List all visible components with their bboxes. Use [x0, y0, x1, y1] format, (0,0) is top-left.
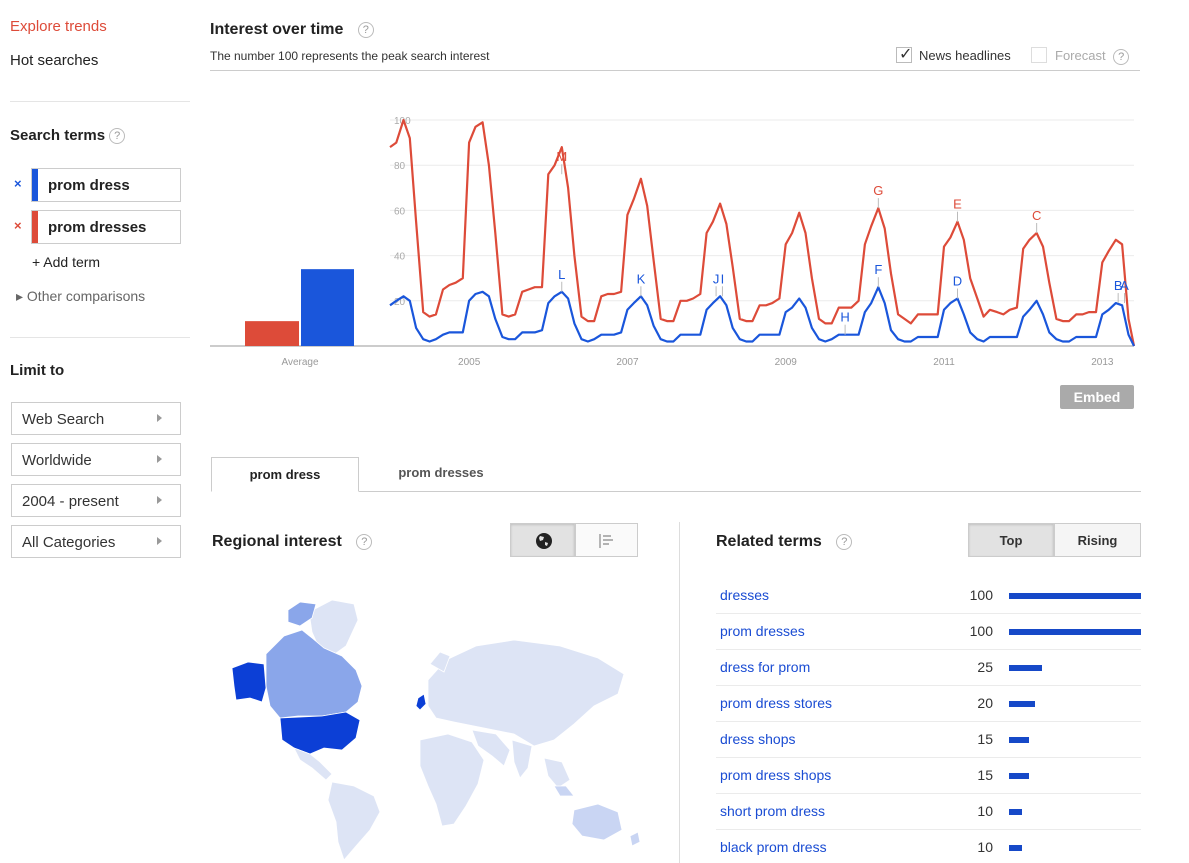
map-region-new-zealand — [629, 831, 641, 847]
related-term-link[interactable]: prom dress shops — [720, 767, 831, 783]
top-label: Top — [999, 533, 1023, 548]
world-map — [231, 599, 641, 861]
average-bar — [245, 321, 299, 346]
y-tick-label: 60 — [394, 206, 406, 217]
map-region-india — [511, 739, 533, 779]
x-tick-label: 2011 — [933, 357, 955, 368]
map-view-button[interactable] — [510, 523, 575, 557]
related-term-link[interactable]: dresses — [720, 587, 769, 603]
annotation-label: D — [953, 274, 962, 289]
annotation-label: J — [713, 271, 720, 286]
arrow-right-icon — [157, 455, 162, 463]
related-term-value: 100 — [969, 623, 993, 639]
annotation-label: M — [556, 149, 567, 164]
list-item[interactable]: black prom dress 10 — [716, 830, 1141, 863]
x-tick-label: 2005 — [458, 357, 481, 368]
list-view-button[interactable] — [575, 523, 638, 557]
annotation-label: I — [721, 271, 725, 286]
map-region-usa — [279, 711, 361, 755]
list-item[interactable]: prom dresses 100 — [716, 614, 1141, 650]
related-term-bar — [1009, 701, 1036, 707]
annotation-label: A — [1120, 278, 1129, 293]
list-icon — [599, 534, 613, 548]
series-line — [389, 118, 1136, 347]
list-item[interactable]: prom dress stores 20 — [716, 686, 1141, 722]
globe-icon — [536, 533, 552, 549]
annotation-label: G — [873, 183, 883, 198]
help-icon[interactable]: ? — [836, 533, 853, 550]
rising-toggle-button[interactable]: Rising — [1054, 523, 1141, 557]
arrow-right-icon — [157, 496, 162, 504]
x-tick-label: 2007 — [616, 357, 639, 368]
limit-web-search-dropdown[interactable]: Web Search — [11, 402, 181, 435]
related-term-bar — [1009, 593, 1141, 599]
rising-label: Rising — [1077, 533, 1118, 548]
related-term-value: 15 — [977, 767, 993, 783]
map-region-alaska — [231, 661, 267, 703]
list-item[interactable]: dress shops 15 — [716, 722, 1141, 758]
related-term-value: 25 — [977, 659, 993, 675]
interest-chart: 20406080100Average 2005 2007 2009 2011 2013MG… — [210, 116, 1136, 368]
annotation-label: F — [874, 262, 882, 277]
related-term-value: 15 — [977, 731, 993, 747]
tab-prom-dress[interactable]: prom dress — [211, 457, 359, 492]
annotation-label: E — [953, 197, 962, 212]
related-term-bar — [1009, 629, 1141, 635]
arrow-right-icon — [157, 414, 162, 422]
related-term-link[interactable]: prom dresses — [720, 623, 805, 639]
map-region-uk — [415, 693, 427, 711]
limit-category-dropdown[interactable]: All Categories — [11, 525, 181, 558]
related-term-link[interactable]: prom dress stores — [720, 695, 832, 711]
related-term-bar — [1009, 773, 1029, 779]
limit-label: Worldwide — [22, 452, 92, 469]
map-region-philippines — [553, 785, 575, 797]
list-item[interactable]: dresses 100 — [716, 578, 1141, 614]
related-term-link[interactable]: short prom dress — [720, 803, 825, 819]
list-item[interactable]: dress for prom 25 — [716, 650, 1141, 686]
related-term-value: 100 — [969, 587, 993, 603]
regional-interest-title: Regional interest ? — [212, 533, 373, 551]
annotation-label: K — [637, 271, 646, 286]
average-label: Average — [281, 357, 319, 368]
annotation-label: C — [1032, 208, 1041, 223]
x-tick-label: 2009 — [775, 357, 798, 368]
map-region-eurasia — [427, 639, 625, 747]
x-tick-label: 2013 — [1091, 357, 1114, 368]
related-term-value: 10 — [977, 803, 993, 819]
help-icon[interactable]: ? — [356, 533, 373, 550]
top-toggle-button[interactable]: Top — [968, 523, 1054, 557]
list-item[interactable]: short prom dress 10 — [716, 794, 1141, 830]
list-item[interactable]: prom dress shops 15 — [716, 758, 1141, 794]
embed-button[interactable]: Embed — [1060, 385, 1134, 409]
related-term-bar — [1009, 845, 1023, 851]
annotation-label: H — [840, 310, 849, 325]
map-region-africa — [419, 733, 485, 827]
y-tick-label: 80 — [394, 161, 406, 172]
related-term-bar — [1009, 737, 1029, 743]
related-term-bar — [1009, 665, 1042, 671]
limit-label: 2004 - present — [22, 493, 119, 510]
map-region-se-asia — [543, 757, 571, 789]
average-bar — [301, 269, 354, 346]
annotation-label: L — [558, 267, 565, 282]
limit-time-dropdown[interactable]: 2004 - present — [11, 484, 181, 517]
regional-title-text: Regional interest — [212, 533, 342, 550]
map-region-australia — [571, 803, 623, 841]
related-term-link[interactable]: dress for prom — [720, 659, 810, 675]
related-term-bar — [1009, 809, 1023, 815]
related-title-text: Related terms — [716, 533, 822, 550]
related-term-value: 20 — [977, 695, 993, 711]
limit-region-dropdown[interactable]: Worldwide — [11, 443, 181, 476]
map-region-south-america — [327, 781, 381, 861]
related-terms-title: Related terms ? — [716, 533, 853, 551]
limit-label: Web Search — [22, 411, 105, 428]
arrow-right-icon — [157, 537, 162, 545]
section-divider — [679, 522, 680, 863]
y-tick-label: 40 — [394, 252, 406, 263]
related-term-value: 10 — [977, 839, 993, 855]
limit-label: All Categories — [22, 534, 116, 551]
related-term-link[interactable]: black prom dress — [720, 839, 827, 855]
related-term-link[interactable]: dress shops — [720, 731, 795, 747]
tab-prom-dresses[interactable]: prom dresses — [362, 457, 520, 491]
